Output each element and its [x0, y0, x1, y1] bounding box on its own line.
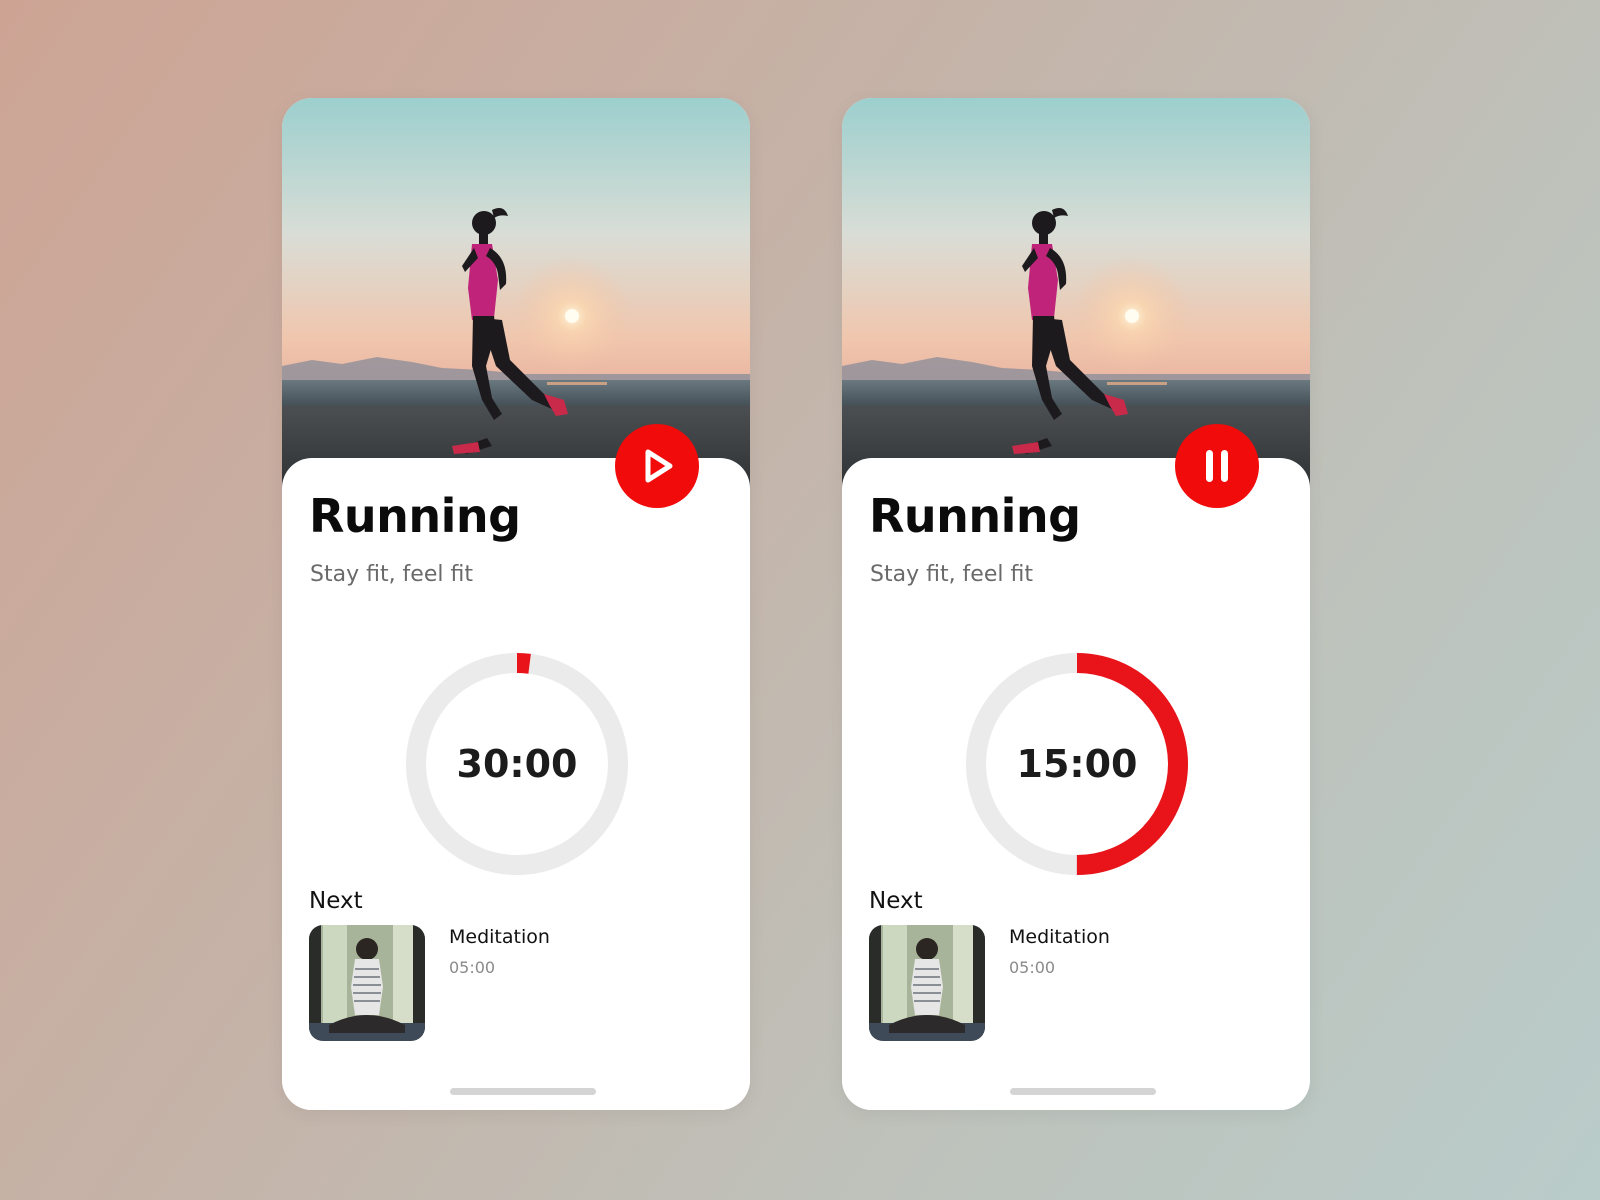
next-workout-title: Meditation	[449, 926, 550, 948]
timer-ring: 30:00	[404, 651, 630, 877]
play-button[interactable]	[615, 424, 699, 508]
next-workout-title: Meditation	[1009, 926, 1110, 948]
workout-subtitle: Stay fit, feel fit	[310, 562, 473, 587]
next-workout-thumbnail[interactable]	[869, 925, 985, 1041]
play-icon	[645, 449, 673, 483]
workout-subtitle: Stay fit, feel fit	[870, 562, 1033, 587]
running-hero-image	[842, 98, 1310, 488]
workout-card-1: Running Stay fit, feel fit 30:00 Next Me…	[282, 98, 750, 1110]
next-workout-thumbnail[interactable]	[309, 925, 425, 1041]
home-indicator[interactable]	[450, 1088, 596, 1095]
timer-readout: 30:00	[456, 742, 578, 786]
workout-card-2: Running Stay fit, feel fit 15:00 Next Me…	[842, 98, 1310, 1110]
next-workout-duration: 05:00	[1009, 958, 1056, 977]
pause-icon	[1206, 450, 1228, 482]
workout-title: Running	[869, 489, 1081, 543]
next-workout-duration: 05:00	[449, 958, 496, 977]
timer-ring: 15:00	[964, 651, 1190, 877]
home-indicator[interactable]	[1010, 1088, 1156, 1095]
pause-button[interactable]	[1175, 424, 1259, 508]
running-hero-image	[282, 98, 750, 488]
workout-title: Running	[309, 489, 521, 543]
next-section-label: Next	[309, 888, 363, 914]
next-section-label: Next	[869, 888, 923, 914]
timer-readout: 15:00	[1016, 742, 1138, 786]
